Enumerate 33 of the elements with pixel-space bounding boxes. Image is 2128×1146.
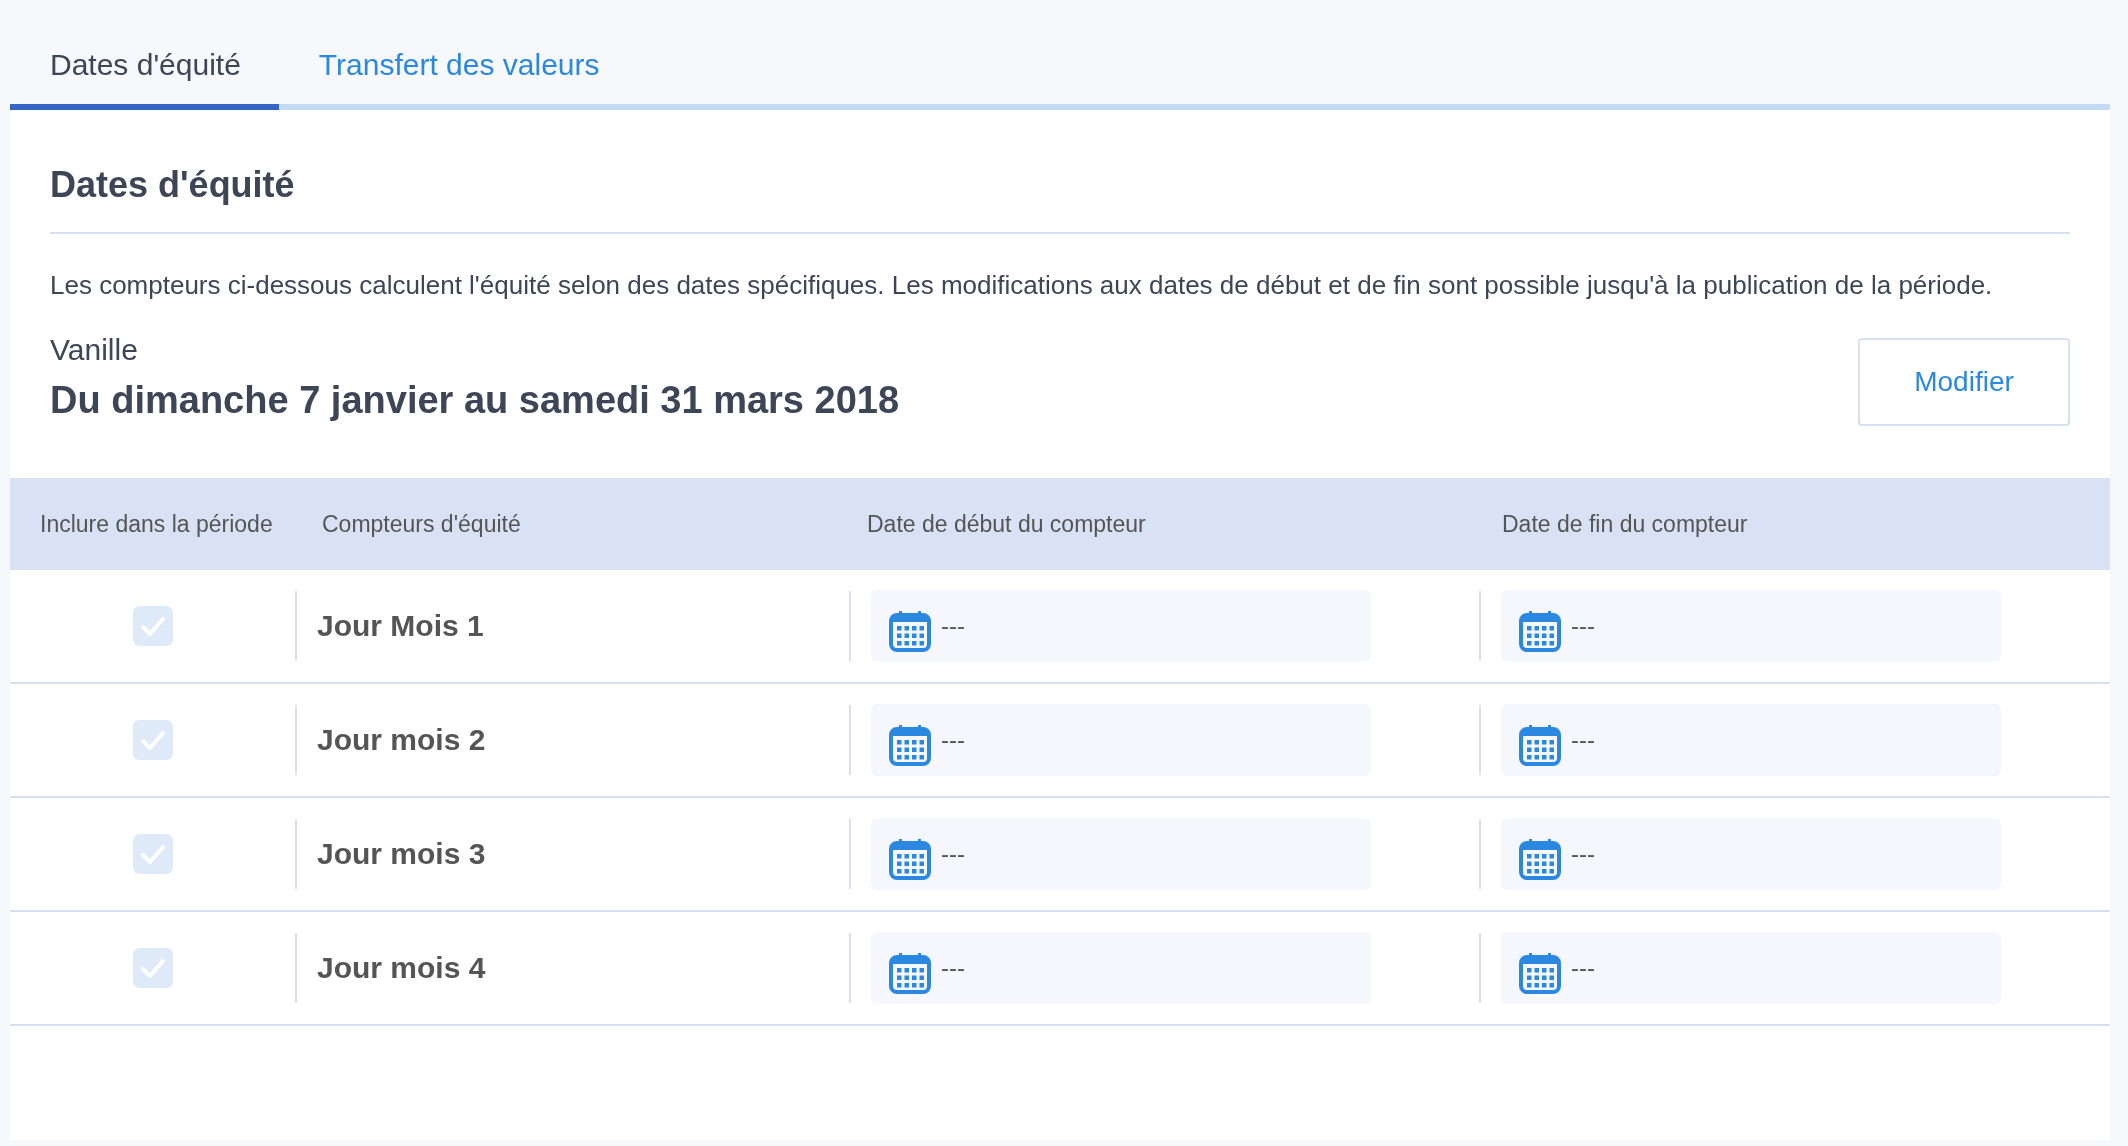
checkbox[interactable] [132,834,173,874]
period-range: Du dimanche 7 janvier au samedi 31 mars 2018 [50,378,900,422]
modify-button[interactable]: Modifier [1858,338,2070,426]
calendar-icon [889,724,931,766]
section-title: Dates d'équité [50,110,2070,234]
date-field[interactable]: --- [1501,932,2001,1004]
column-header: Date de fin du compteur [1501,510,1749,538]
date-field[interactable]: --- [871,590,1371,662]
date-field[interactable]: --- [1501,704,2001,776]
date-field[interactable]: --- [871,818,1371,890]
calendar-icon [1519,952,1561,994]
period-name: Vanille [50,332,139,367]
date-field[interactable]: --- [871,932,1371,1004]
checkbox[interactable] [132,606,173,646]
calendar-icon [1519,724,1561,766]
counter-name: Jour mois 3 [317,837,486,871]
calendar-icon [889,952,931,994]
date-field[interactable]: --- [871,704,1371,776]
counter-name: Jour mois 2 [317,723,486,757]
date-field[interactable]: --- [1501,590,2001,662]
calendar-icon [1519,838,1561,880]
date-field[interactable]: --- [1501,818,2001,890]
counter-name: Jour Mois 1 [317,609,484,643]
calendar-icon [889,610,931,652]
column-header: Inclure dans la période [39,510,274,538]
description: Les compteurs ci-dessous calculent l'équité selon des dates spécifiques. Les modifications aux dates de début et de fin sont possible jusqu'à la publication de la période. [50,269,1994,302]
checkbox[interactable] [132,948,173,988]
calendar-icon [889,838,931,880]
counter-name: Jour mois 4 [317,951,486,985]
column-header: Compteurs d'équité [321,510,522,538]
checkbox[interactable] [132,720,173,760]
column-header: Date de début du compteur [866,510,1147,538]
calendar-icon [1519,610,1561,652]
